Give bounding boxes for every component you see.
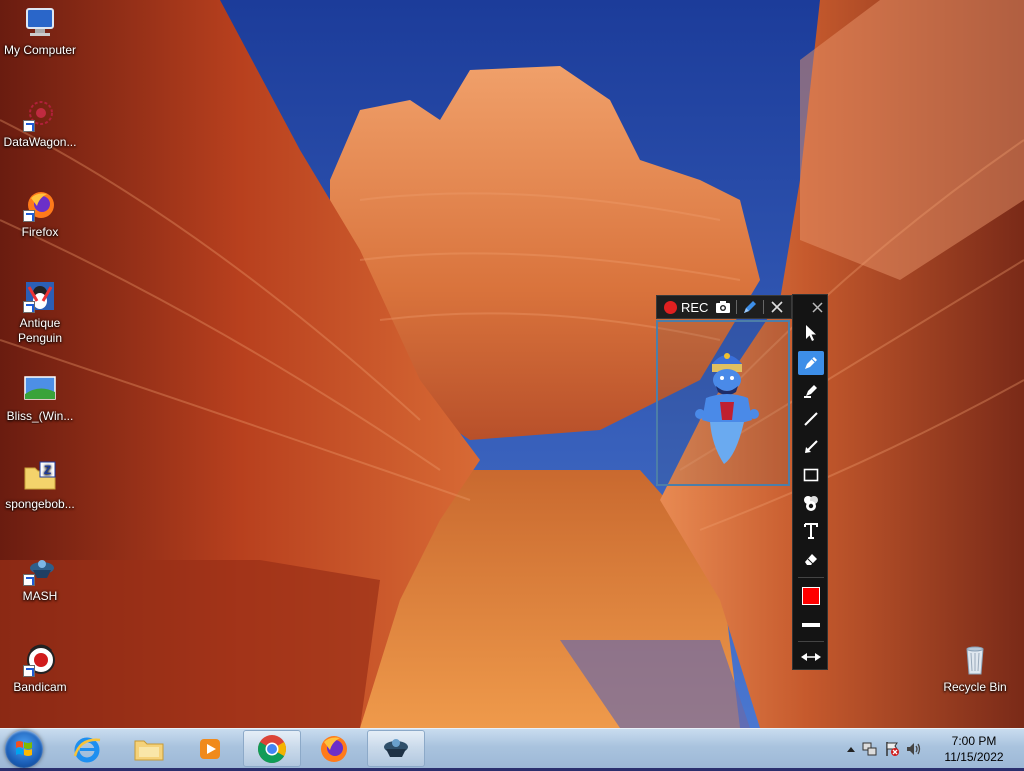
numbering-tool-icon[interactable] [798, 491, 824, 515]
tools-separator [798, 641, 824, 642]
desktop-icon-recycle-bin[interactable]: Recycle Bin [935, 643, 1015, 695]
desktop-icon-my-computer[interactable]: My Computer [0, 6, 80, 58]
firefox-icon [23, 188, 57, 222]
start-button[interactable] [5, 730, 43, 768]
taskbar-chrome[interactable] [243, 730, 301, 767]
taskbar-file-explorer[interactable] [120, 730, 178, 767]
computer-icon [23, 6, 57, 40]
system-tray [843, 729, 925, 769]
desktop-icon-spongebob[interactable]: Z spongebob... [0, 460, 80, 512]
internet-explorer-icon [73, 737, 101, 762]
clock-date: 11/15/2022 [944, 750, 1004, 764]
svg-text:Z: Z [44, 463, 51, 477]
mash-icon [23, 552, 57, 586]
desktop-wallpaper [0, 0, 1024, 728]
volume-icon[interactable] [903, 741, 925, 757]
text-tool-icon[interactable] [798, 519, 824, 543]
desktop-icon-bliss[interactable]: Bliss_(Win... [0, 372, 80, 424]
close-icon[interactable] [809, 299, 825, 315]
shortcut-arrow-icon [23, 574, 35, 586]
bandicam-icon [23, 643, 57, 677]
penguin-icon [23, 279, 57, 313]
windows-logo-icon [16, 741, 32, 756]
record-icon[interactable] [664, 300, 677, 314]
zip-folder-icon: Z [23, 460, 57, 494]
recorder-toolbar[interactable]: REC [656, 295, 792, 319]
eraser-tool-icon[interactable] [798, 547, 824, 571]
clock-time: 7:00 PM [951, 734, 997, 748]
pen-tool-icon[interactable] [798, 351, 824, 375]
line-width-icon[interactable] [798, 613, 824, 637]
record-label[interactable]: REC [681, 300, 708, 315]
line-tool-icon[interactable] [798, 407, 824, 431]
taskbar: 7:00 PM 11/15/2022 [0, 728, 1024, 768]
image-file-icon [23, 372, 57, 406]
datawagon-icon [23, 98, 57, 132]
desktop-icon-mash[interactable]: MASH [0, 552, 80, 604]
chrome-icon [258, 734, 286, 763]
media-player-icon [200, 738, 220, 759]
desktop-icon-firefox[interactable]: Firefox [0, 188, 80, 240]
desktop-icon-antique-penguin[interactable]: Antique Penguin [0, 279, 80, 346]
show-hidden-icons-icon[interactable] [843, 745, 859, 753]
taskbar-firefox[interactable] [305, 730, 363, 767]
firefox-icon [321, 735, 347, 762]
pen-icon[interactable] [741, 298, 759, 316]
drawing-tools-panel[interactable] [792, 294, 828, 670]
collapse-toggle-icon[interactable] [798, 645, 824, 669]
close-icon[interactable] [768, 298, 786, 316]
recycle-bin-icon [958, 643, 992, 677]
camera-icon[interactable] [714, 298, 732, 316]
action-center-icon[interactable] [881, 741, 903, 757]
system-clock[interactable]: 7:00 PM 11/15/2022 [932, 733, 1016, 765]
color-swatch-icon[interactable] [798, 584, 824, 608]
taskbar-media-player[interactable] [181, 730, 239, 767]
genie-mascot-icon [692, 346, 762, 471]
shortcut-arrow-icon [23, 301, 35, 313]
toolbar-separator [736, 300, 738, 314]
shortcut-arrow-icon [23, 665, 35, 677]
desktop-icon-datawagon[interactable]: DataWagon... [0, 98, 80, 150]
file-explorer-icon [134, 740, 164, 760]
rectangle-tool-icon[interactable] [798, 463, 824, 487]
network-icon[interactable] [859, 741, 881, 757]
taskbar-internet-explorer[interactable] [58, 730, 116, 767]
cursor-tool-icon[interactable] [798, 321, 824, 345]
toolbar-separator [763, 300, 765, 314]
shortcut-arrow-icon [23, 120, 35, 132]
arrow-tool-icon[interactable] [798, 435, 824, 459]
desktop-icon-bandicam[interactable]: Bandicam [0, 643, 80, 695]
mash-icon [384, 738, 408, 757]
shortcut-arrow-icon [23, 210, 35, 222]
tools-separator [798, 577, 824, 578]
taskbar-mash[interactable] [367, 730, 425, 767]
capture-region[interactable] [656, 320, 790, 486]
highlighter-tool-icon[interactable] [798, 379, 824, 403]
